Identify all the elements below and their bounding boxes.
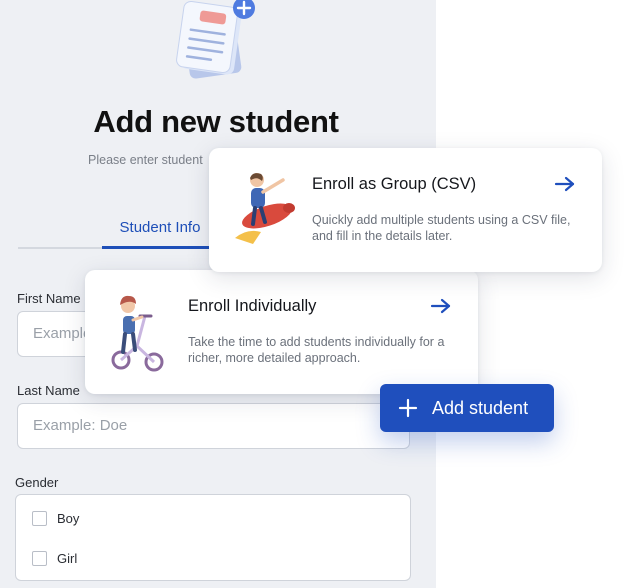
checkbox-girl[interactable] bbox=[32, 551, 47, 566]
checkbox-label-boy: Boy bbox=[57, 511, 80, 526]
add-student-label: Add student bbox=[432, 397, 529, 418]
scooter-girl-illustration bbox=[111, 295, 164, 372]
document-add-icon bbox=[176, 0, 255, 79]
checkbox-boy[interactable] bbox=[32, 511, 47, 526]
enroll-individually-title: Enroll Individually bbox=[188, 297, 317, 315]
checkbox-label-girl: Girl bbox=[57, 551, 78, 566]
page-title: Add new student bbox=[93, 104, 339, 139]
gender-label: Gender bbox=[15, 475, 59, 490]
gender-option-boy[interactable]: Boy bbox=[32, 511, 79, 526]
page-subtitle: Please enter student bbox=[88, 153, 203, 167]
add-student-button[interactable]: Add student bbox=[380, 384, 554, 432]
enroll-group-description: Quickly add multiple students using a CS… bbox=[312, 212, 570, 244]
description-line-2: richer, more detailed approach. bbox=[188, 351, 361, 365]
plus-icon bbox=[398, 398, 418, 418]
enroll-group-title: Enroll as Group (CSV) bbox=[312, 175, 477, 193]
enroll-individually-description: Take the time to add students individual… bbox=[188, 334, 444, 366]
description-line-1: Quickly add multiple students using a CS… bbox=[312, 213, 571, 227]
first-name-label: First Name bbox=[17, 291, 81, 306]
gender-option-girl[interactable]: Girl bbox=[32, 551, 77, 566]
arrow-right-icon[interactable] bbox=[430, 298, 452, 314]
last-name-label: Last Name bbox=[17, 383, 80, 398]
enroll-group-card[interactable]: Enroll as Group (CSV) Quickly add multip… bbox=[209, 148, 602, 272]
rocket-boy-illustration bbox=[235, 173, 295, 244]
tab-student-info[interactable]: Student Info bbox=[102, 219, 218, 236]
enroll-individually-card[interactable]: Enroll Individually Take the time to add… bbox=[85, 270, 478, 394]
description-line-1: Take the time to add students individual… bbox=[188, 335, 445, 349]
description-line-2: and fill in the details later. bbox=[312, 229, 453, 243]
arrow-right-icon[interactable] bbox=[554, 176, 576, 192]
gender-options: Boy Girl bbox=[15, 494, 411, 581]
active-tab-indicator bbox=[102, 246, 218, 249]
last-name-input[interactable]: Example: Doe bbox=[17, 403, 410, 449]
